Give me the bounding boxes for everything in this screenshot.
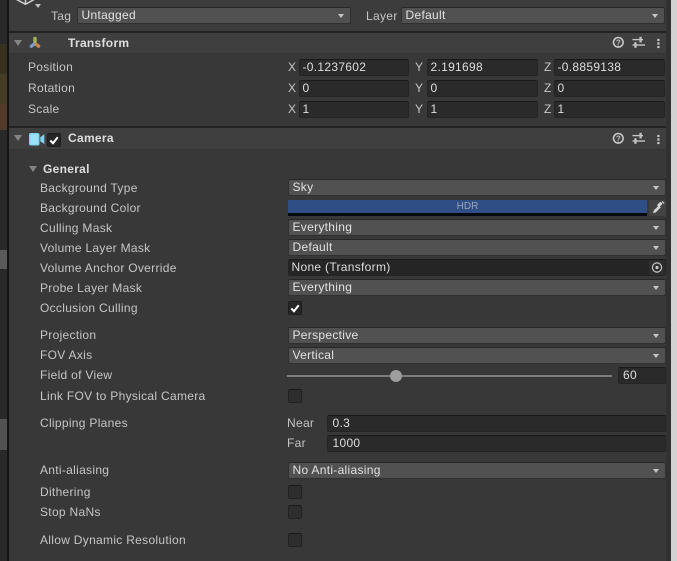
svg-text:?: ?: [616, 134, 621, 143]
svg-text:?: ?: [616, 38, 621, 47]
